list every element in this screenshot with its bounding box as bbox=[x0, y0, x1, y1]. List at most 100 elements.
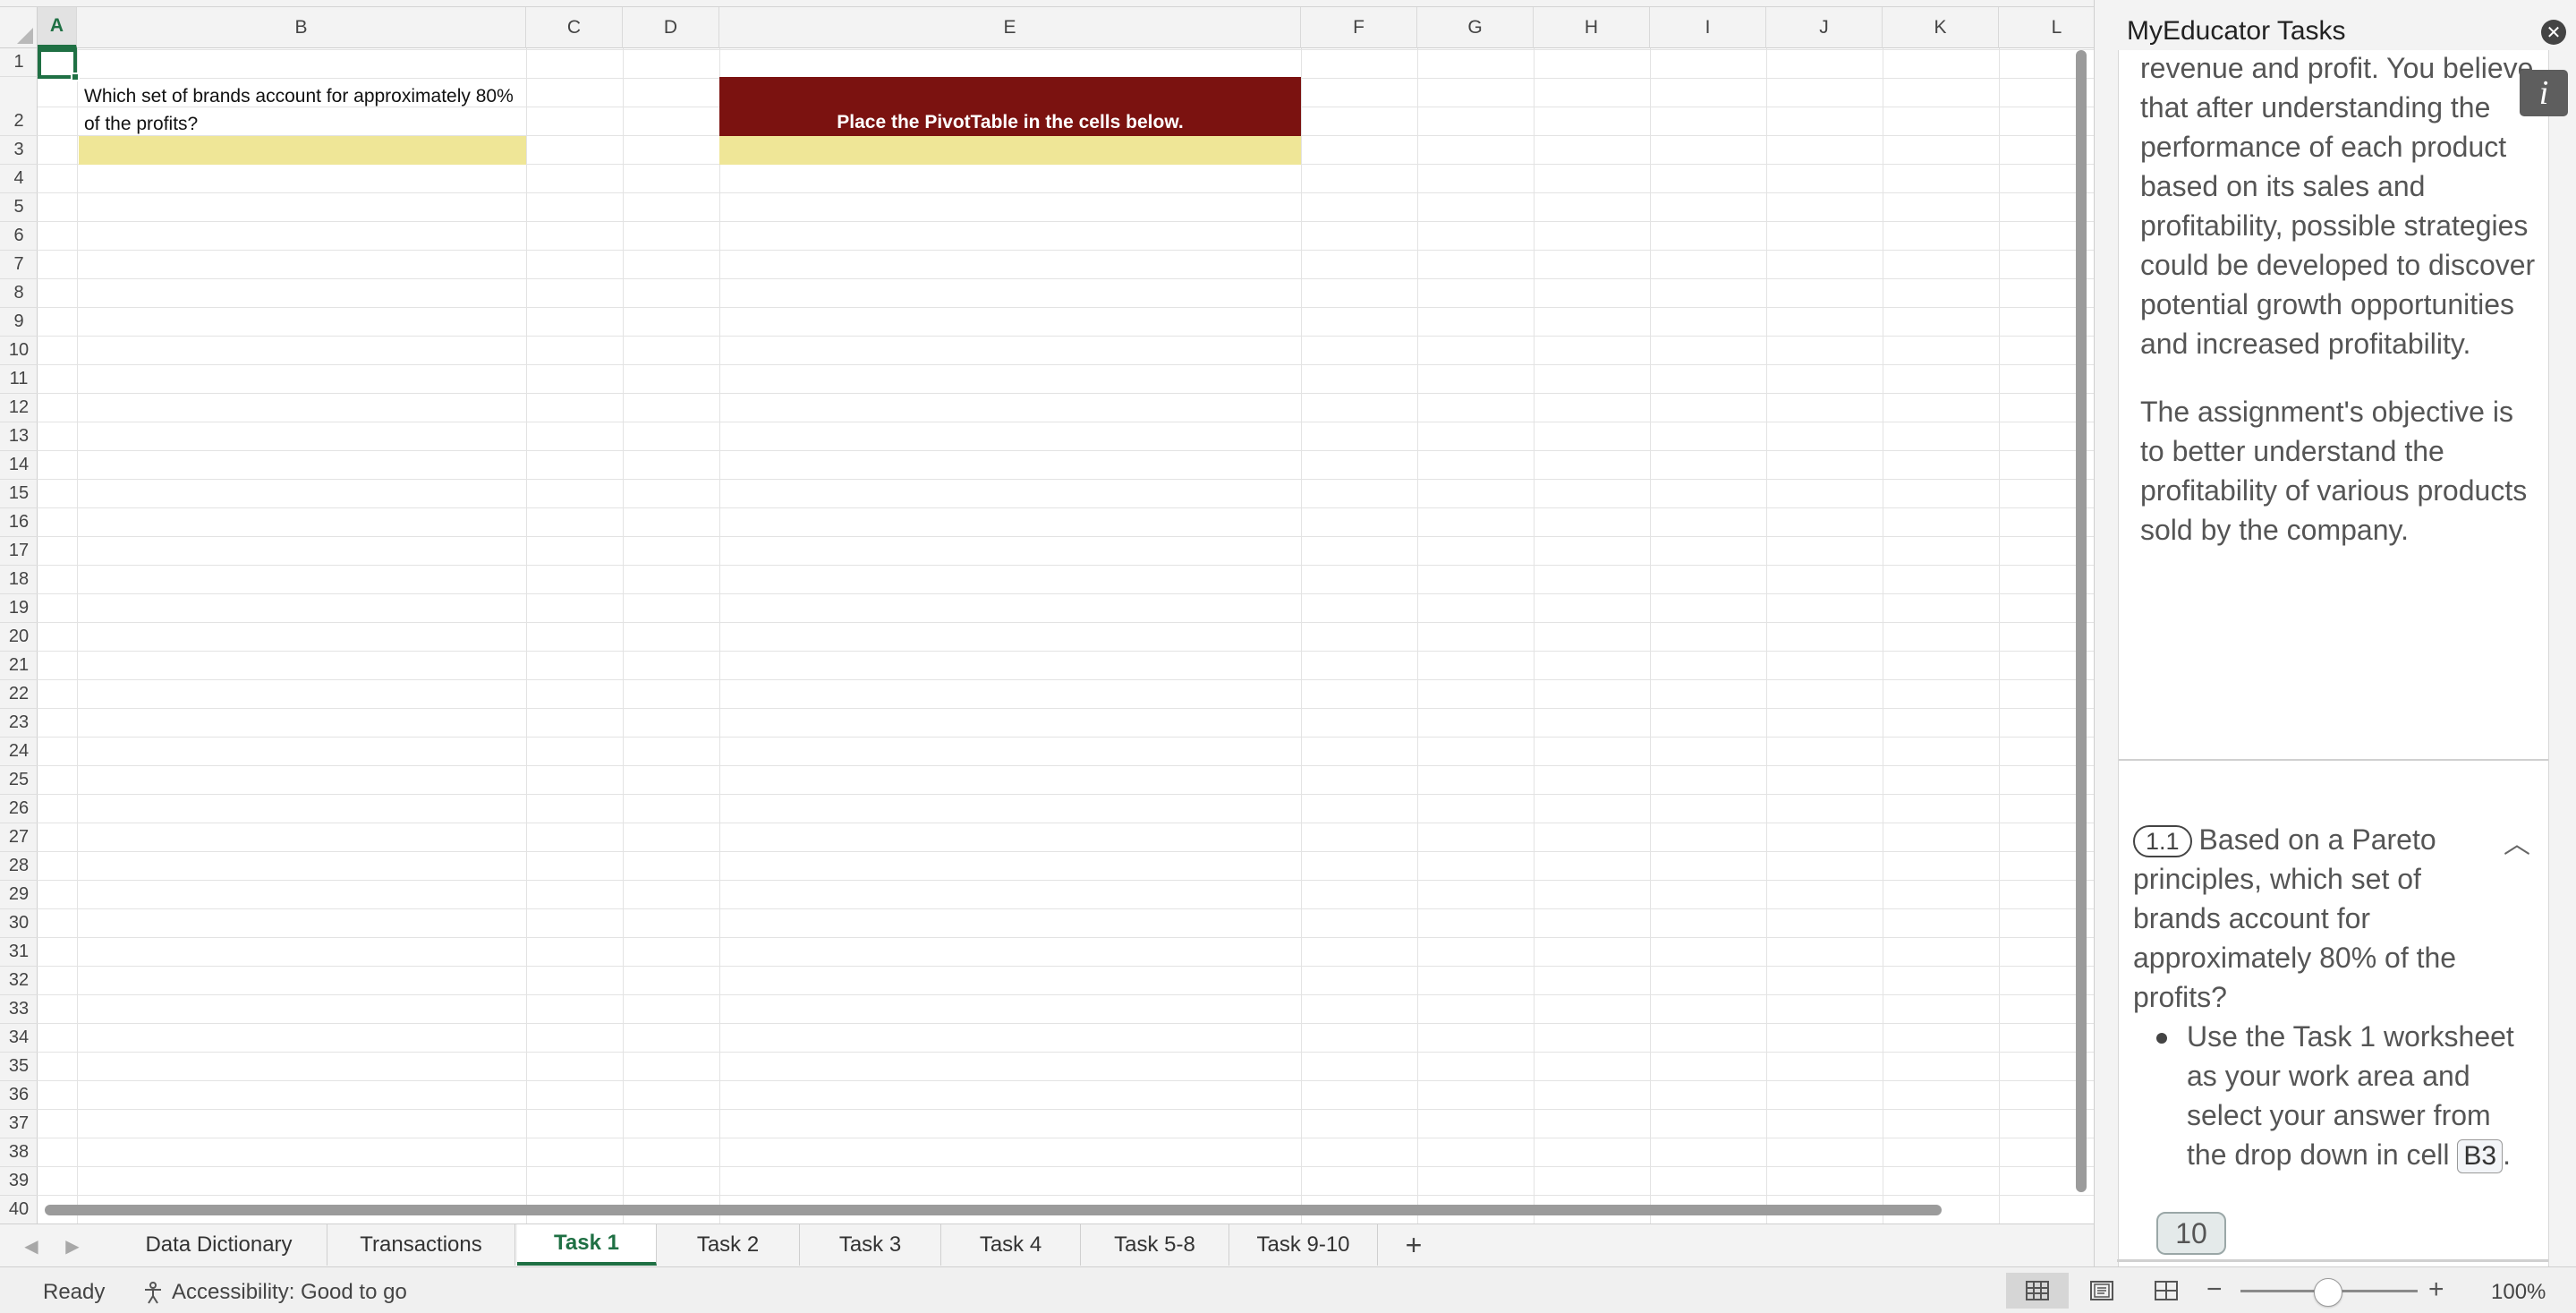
task-instruction-end: . bbox=[2503, 1138, 2511, 1171]
row-header[interactable]: 9 bbox=[0, 308, 38, 337]
column-header-i[interactable]: I bbox=[1650, 7, 1766, 48]
row-header[interactable]: 23 bbox=[0, 709, 38, 737]
cell-grid[interactable]: Which set of brands account for approxim… bbox=[38, 48, 2094, 1223]
row-header[interactable]: 12 bbox=[0, 394, 38, 422]
row-header[interactable]: 16 bbox=[0, 508, 38, 537]
cell-e2-instruction[interactable]: Place the PivotTable in the cells below. bbox=[719, 77, 1301, 137]
row-header[interactable]: 11 bbox=[0, 365, 38, 394]
row-header[interactable]: 29 bbox=[0, 881, 38, 909]
task-divider bbox=[2117, 1259, 2548, 1262]
row-header[interactable]: 30 bbox=[0, 909, 38, 938]
zoom-slider-thumb[interactable] bbox=[2314, 1278, 2342, 1307]
row-headers: 1 2 3 4 5 6 7 8 9 10 11 12 13 14 15 16 17 18 19 20 21 22 23 24 2… bbox=[0, 48, 38, 1223]
column-header-a[interactable]: A bbox=[38, 7, 77, 48]
tab-task-5-8[interactable]: Task 5-8 bbox=[1081, 1224, 1229, 1266]
column-header-h[interactable]: H bbox=[1534, 7, 1650, 48]
cell-b3-answer-dropdown[interactable] bbox=[79, 136, 526, 165]
row-header[interactable]: 38 bbox=[0, 1138, 38, 1167]
select-all-corner[interactable] bbox=[0, 7, 38, 48]
row-header[interactable]: 10 bbox=[0, 337, 38, 365]
row-header[interactable]: 24 bbox=[0, 737, 38, 766]
row-header[interactable]: 15 bbox=[0, 480, 38, 508]
row-header[interactable]: 2 bbox=[0, 77, 38, 136]
row-header[interactable]: 34 bbox=[0, 1024, 38, 1053]
row-header[interactable]: 21 bbox=[0, 652, 38, 680]
chevron-up-icon[interactable]: ︿ bbox=[2504, 825, 2530, 865]
tab-scroll-left-icon[interactable]: ◀ bbox=[18, 1224, 45, 1267]
zoom-percentage[interactable]: 100% bbox=[2491, 1280, 2546, 1305]
row-header[interactable]: 17 bbox=[0, 537, 38, 566]
row-header[interactable]: 8 bbox=[0, 279, 38, 308]
row-header[interactable]: 1 bbox=[0, 48, 38, 77]
row-header[interactable]: 22 bbox=[0, 680, 38, 709]
zoom-out-button[interactable]: − bbox=[2206, 1275, 2223, 1305]
column-headers: A B C D E F G H I J K L bbox=[38, 7, 2094, 48]
tab-task-4[interactable]: Task 4 bbox=[941, 1224, 1081, 1266]
task-instruction: Use the Task 1 worksheet as your work ar… bbox=[2133, 1017, 2536, 1174]
tab-task-2[interactable]: Task 2 bbox=[657, 1224, 800, 1266]
horizontal-scroll-thumb[interactable] bbox=[45, 1205, 1942, 1215]
row-header[interactable]: 31 bbox=[0, 938, 38, 967]
tab-task-3[interactable]: Task 3 bbox=[800, 1224, 941, 1266]
column-header-c[interactable]: C bbox=[526, 7, 623, 48]
column-header-g[interactable]: G bbox=[1417, 7, 1534, 48]
zoom-in-button[interactable]: + bbox=[2428, 1275, 2444, 1305]
row-header[interactable]: 6 bbox=[0, 222, 38, 251]
top-strip bbox=[0, 0, 2094, 7]
row-header[interactable]: 28 bbox=[0, 852, 38, 881]
column-header-b[interactable]: B bbox=[77, 7, 526, 48]
intro-paragraph: revenue and profit. You believe that aft… bbox=[2140, 52, 2536, 360]
normal-view-button[interactable] bbox=[2006, 1273, 2069, 1309]
row-header[interactable]: 39 bbox=[0, 1167, 38, 1196]
column-header-l[interactable]: L bbox=[1999, 7, 2094, 48]
cell-e3-pivot-area[interactable] bbox=[719, 136, 1301, 165]
row-header[interactable]: 20 bbox=[0, 623, 38, 652]
sheet-tab-bar: ◀ ▶ Data Dictionary Transactions Task 1 … bbox=[0, 1223, 2094, 1266]
accessibility-text: Accessibility: Good to go bbox=[172, 1280, 407, 1304]
add-sheet-icon[interactable]: + bbox=[1387, 1224, 1441, 1266]
column-header-e[interactable]: E bbox=[719, 7, 1301, 48]
vertical-scrollbar[interactable] bbox=[2074, 50, 2088, 1192]
horizontal-scrollbar[interactable] bbox=[45, 1205, 1942, 1217]
column-header-j[interactable]: J bbox=[1766, 7, 1883, 48]
column-header-d[interactable]: D bbox=[623, 7, 719, 48]
row-header[interactable]: 25 bbox=[0, 766, 38, 795]
tab-scroll-right-icon[interactable]: ▶ bbox=[59, 1224, 86, 1267]
row-header[interactable]: 37 bbox=[0, 1110, 38, 1138]
cell-reference-link[interactable]: B3 bbox=[2457, 1139, 2504, 1173]
row-header[interactable]: 18 bbox=[0, 566, 38, 594]
fill-handle[interactable] bbox=[71, 72, 80, 81]
tab-transactions[interactable]: Transactions bbox=[327, 1224, 515, 1266]
row-header[interactable]: 4 bbox=[0, 165, 38, 193]
page-layout-view-button[interactable] bbox=[2070, 1273, 2133, 1309]
row-header[interactable]: 3 bbox=[0, 136, 38, 165]
column-header-f[interactable]: F bbox=[1301, 7, 1417, 48]
row-header[interactable]: 14 bbox=[0, 451, 38, 480]
task-item: ︿ 1.1 Based on a Pareto principles, which… bbox=[2119, 820, 2548, 1174]
row-header[interactable]: 5 bbox=[0, 193, 38, 222]
row-header[interactable]: 36 bbox=[0, 1081, 38, 1110]
tab-task-9-10[interactable]: Task 9-10 bbox=[1229, 1224, 1378, 1266]
row-header[interactable]: 19 bbox=[0, 594, 38, 623]
row-header[interactable]: 27 bbox=[0, 823, 38, 852]
active-cell-a1[interactable] bbox=[38, 48, 80, 81]
row-header[interactable]: 33 bbox=[0, 995, 38, 1024]
vertical-scroll-thumb[interactable] bbox=[2076, 50, 2087, 1192]
status-ready: Ready bbox=[43, 1280, 106, 1304]
tab-data-dictionary[interactable]: Data Dictionary bbox=[111, 1224, 327, 1266]
accessibility-status[interactable]: Accessibility: Good to go bbox=[141, 1280, 407, 1305]
tab-task-1[interactable]: Task 1 bbox=[517, 1224, 657, 1266]
task-pane: MyEducator Tasks ✕ revenue and profit. Y… bbox=[2094, 0, 2576, 1266]
row-header[interactable]: 40 bbox=[0, 1196, 38, 1223]
column-header-k[interactable]: K bbox=[1883, 7, 1999, 48]
row-header[interactable]: 32 bbox=[0, 967, 38, 995]
row-header[interactable]: 7 bbox=[0, 251, 38, 279]
page-break-view-button[interactable] bbox=[2135, 1273, 2198, 1309]
cell-b2-question[interactable]: Which set of brands account for approxim… bbox=[79, 77, 526, 136]
row-header[interactable]: 26 bbox=[0, 795, 38, 823]
info-icon[interactable]: i bbox=[2520, 70, 2568, 116]
task-pane-content[interactable]: revenue and profit. You believe that aft… bbox=[2118, 50, 2549, 1266]
row-header[interactable]: 35 bbox=[0, 1053, 38, 1081]
close-icon[interactable]: ✕ bbox=[2541, 20, 2566, 45]
row-header[interactable]: 13 bbox=[0, 422, 38, 451]
